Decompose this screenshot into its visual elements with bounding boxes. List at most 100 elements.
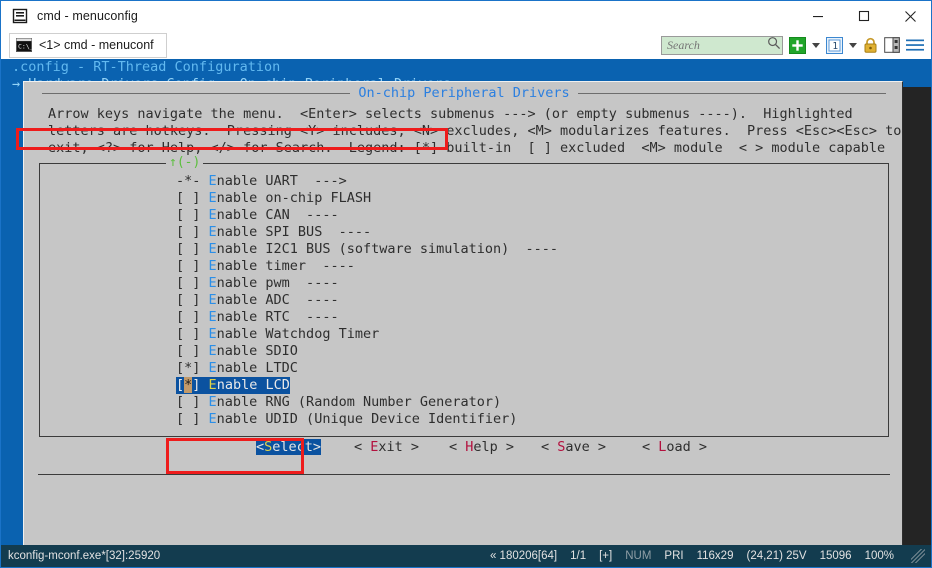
menu-item-label: nable CAN ---- <box>216 207 339 223</box>
split-panel-icon[interactable] <box>884 37 900 53</box>
menu-item-mark: [ ] <box>176 309 209 325</box>
menu-item-hotkey: E <box>208 411 217 427</box>
dialog-title: On-chip Peripheral Drivers <box>358 85 570 101</box>
tab-strip: C:\_ <1> cmd - menuconf <box>1 31 931 59</box>
console-window-icon <box>12 8 28 24</box>
minimize-button[interactable] <box>795 1 841 31</box>
status-right-group: « 180206[64] 1/1 [+] NUM PRI 116x29 (24,… <box>490 549 925 563</box>
menu-item-hotkey: E <box>208 394 217 410</box>
menu-item-mark: [ ] <box>176 224 209 240</box>
hamburger-menu-icon[interactable] <box>906 38 924 52</box>
magnifier-icon[interactable] <box>767 36 781 55</box>
search-input[interactable] <box>667 37 767 53</box>
menu-item-mark: [ ] <box>176 411 209 427</box>
menu-item-mark: -*- <box>176 173 209 189</box>
menuconfig-dialog: On-chip Peripheral Drivers Arrow keys na… <box>23 81 903 545</box>
menu-item-mark: [ ] <box>176 207 209 223</box>
menu-item-mark: [*] <box>176 360 209 376</box>
menu-item[interactable]: [ ] Enable I2C1 BUS (software simulation… <box>40 241 890 258</box>
menu-item[interactable]: [ ] Enable Watchdog Timer <box>40 326 890 343</box>
menu-item-label: nable UART ---> <box>216 173 347 189</box>
tab-chevron-down-icon[interactable] <box>849 42 857 48</box>
menu-item-hotkey: E <box>208 377 217 393</box>
config-header: .config - RT-Thread Configuration <box>12 59 281 75</box>
menu-list[interactable]: -*- Enable UART --->[ ] Enable on-chip F… <box>40 173 890 428</box>
menu-item[interactable]: [ ] Enable ADC ---- <box>40 292 890 309</box>
menu-item[interactable]: [ ] Enable CAN ---- <box>40 207 890 224</box>
menu-item-hotkey: E <box>208 326 217 342</box>
search-box[interactable] <box>661 35 783 55</box>
status-process: kconfig-mconf.exe*[32]:25920 <box>8 550 161 562</box>
resize-grip[interactable] <box>911 549 925 563</box>
menu-item-label: nable SPI BUS ---- <box>216 224 372 240</box>
window-title: cmd - menuconfig <box>37 9 138 23</box>
menu-item-mark: [ ] <box>176 190 209 206</box>
menu-item-label: nable ADC ---- <box>216 292 339 308</box>
menu-item-mark: [ ] <box>176 275 209 291</box>
window-titlebar: cmd - menuconfig <box>1 1 931 31</box>
menu-item-label: nable timer ---- <box>216 258 355 274</box>
menu-item[interactable]: [ ] Enable on-chip FLASH <box>40 190 890 207</box>
menu-item-mark: [ ] <box>176 326 209 342</box>
menu-item-hotkey: E <box>208 258 217 274</box>
menu-item-hotkey: E <box>208 275 217 291</box>
menu-item-hotkey: E <box>208 360 217 376</box>
menu-list-frame: ↑(-) -*- Enable UART --->[ ] Enable on-c… <box>39 155 890 437</box>
status-encoding: « 180206[64] <box>489 550 558 562</box>
menu-item-label: nable on-chip FLASH <box>216 190 372 206</box>
menu-item[interactable]: [ ] Enable RNG (Random Number Generator) <box>40 394 890 411</box>
menu-item-label: nable LTDC <box>216 360 298 376</box>
help-line: letters are hotkeys. Pressing <Y> includ… <box>48 123 902 139</box>
menu-item-hotkey: E <box>208 241 217 257</box>
menu-item-mark: [ ] <box>176 258 209 274</box>
title-rule-right <box>577 92 887 94</box>
status-plus: [+] <box>599 550 613 562</box>
menu-item-hotkey: E <box>208 190 217 206</box>
menu-item-label: nable UDID (Unique Device Identifier) <box>216 411 518 427</box>
terminal-tab-label: <1> cmd - menuconf <box>39 38 154 52</box>
menu-item[interactable]: -*- Enable UART ---> <box>40 173 890 190</box>
status-bar: kconfig-mconf.exe*[32]:25920 « 180206[64… <box>1 545 931 567</box>
menu-item-mark: [ ] <box>176 394 209 410</box>
menu-item-hotkey: E <box>208 173 217 189</box>
menu-item[interactable]: [ ] Enable pwm ---- <box>40 275 890 292</box>
menu-item-hotkey: E <box>208 292 217 308</box>
menu-item[interactable]: [ ] Enable UDID (Unique Device Identifie… <box>40 411 890 428</box>
dialog-button-save[interactable]: < Save > <box>541 439 606 455</box>
close-button[interactable] <box>887 1 931 31</box>
menu-item-hotkey: E <box>208 309 217 325</box>
menu-item[interactable]: [*] Enable LCD <box>40 377 890 394</box>
menu-item-selected-content: [*] Enable LCD <box>176 377 290 394</box>
dialog-button-help[interactable]: < Help > <box>449 439 514 455</box>
dialog-button-select[interactable]: <Select> <box>256 439 322 455</box>
status-lines: 15096 <box>819 550 852 562</box>
dialog-button-load[interactable]: < Load > <box>642 439 707 455</box>
svg-text:1: 1 <box>832 41 838 52</box>
dialog-button-exit[interactable]: < Exit > <box>354 439 419 455</box>
menu-item-label: nable pwm ---- <box>216 275 339 291</box>
menu-item[interactable]: [ ] Enable timer ---- <box>40 258 890 275</box>
terminal-screen[interactable]: .config - RT-Thread Configuration → Hard… <box>1 59 931 545</box>
help-text: Arrow keys navigate the menu. <Enter> se… <box>48 106 902 157</box>
maximize-button[interactable] <box>841 1 887 31</box>
menu-item[interactable]: [ ] Enable SPI BUS ---- <box>40 224 890 241</box>
scroll-up-indicator: ↑(-) <box>166 155 204 170</box>
menu-item[interactable]: [ ] Enable RTC ---- <box>40 309 890 326</box>
dialog-title-row: On-chip Peripheral Drivers <box>24 85 904 101</box>
green-plus-icon[interactable] <box>789 36 806 54</box>
terminal-tab[interactable]: C:\_ <1> cmd - menuconf <box>9 32 167 58</box>
menu-item-mark: [ ] <box>176 292 209 308</box>
dialog-bottom-divider <box>38 474 890 475</box>
menu-item-mark: [ ] <box>176 343 209 359</box>
padlock-icon[interactable] <box>863 37 878 54</box>
menu-item-label: nable I2C1 BUS (software simulation) ---… <box>216 241 559 257</box>
menu-item-label: nable RTC ---- <box>216 309 339 325</box>
menu-item-label: nable LCD <box>216 377 290 393</box>
menu-item[interactable]: [*] Enable LTDC <box>40 360 890 377</box>
menu-item-label: nable Watchdog Timer <box>216 326 380 342</box>
menu-item-label: nable SDIO <box>216 343 298 359</box>
title-rule-left <box>42 92 351 94</box>
tab-one-icon[interactable]: 1 <box>826 36 843 54</box>
menu-item[interactable]: [ ] Enable SDIO <box>40 343 890 360</box>
new-tab-chevron-down-icon[interactable] <box>812 42 820 48</box>
